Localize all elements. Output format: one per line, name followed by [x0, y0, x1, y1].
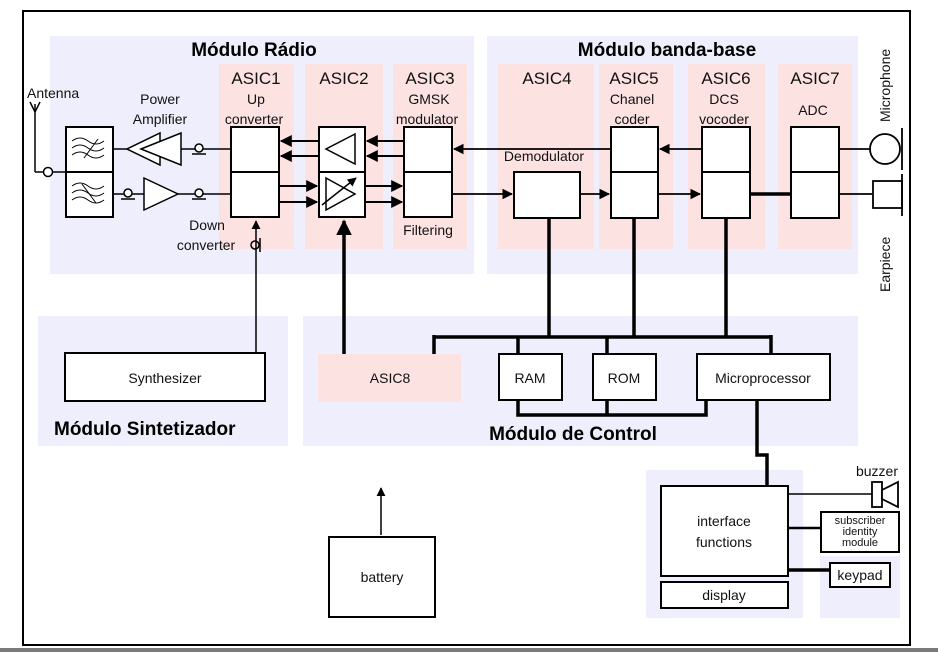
gsm-phone-block-diagram: Módulo Rádio Módulo banda-base Módulo Si…: [22, 10, 911, 646]
asic4-label: ASIC4: [522, 69, 571, 88]
asic2-label: ASIC2: [319, 69, 368, 88]
asic7-block: [790, 126, 840, 219]
duplexer-filter: [65, 126, 114, 218]
functions-label: functions: [696, 534, 752, 550]
asic7-label: ASIC7: [790, 69, 839, 88]
chanel-label: Chanel: [610, 91, 654, 107]
earpiece-label: Earpiece: [877, 237, 893, 292]
battery-label: battery: [361, 569, 404, 585]
asic6-block: [701, 126, 751, 219]
synthesizer-label: Synthesizer: [128, 370, 201, 386]
buzzer-icon: [871, 480, 899, 509]
asic1-converter-label: converter: [225, 111, 284, 127]
sim-label-3: module: [842, 537, 878, 549]
down-converter-label: converter: [177, 237, 236, 253]
antenna-label: Antenna: [27, 85, 79, 101]
bottom-rule: [0, 648, 938, 652]
demodulator-label: Demodulator: [504, 148, 584, 164]
keypad-label: keypad: [837, 567, 882, 583]
modulator-label: modulator: [396, 111, 459, 127]
interface-functions-block: [660, 485, 789, 577]
adc-label: ADC: [798, 102, 828, 118]
gmsk-label: GMSK: [408, 91, 450, 107]
asic5-block: [610, 126, 659, 219]
module-baseband-title: Módulo banda-base: [578, 40, 756, 61]
ram-label: RAM: [514, 370, 545, 386]
module-synth-title: Módulo Sintetizador: [54, 419, 236, 440]
down-label: Down: [189, 217, 225, 233]
amplifier-label: Amplifier: [133, 111, 188, 127]
asic8-label: ASIC8: [370, 370, 411, 386]
power-label: Power: [140, 91, 180, 107]
rom-label: ROM: [608, 370, 641, 386]
buzzer-label: buzzer: [856, 463, 898, 479]
asic1-block: [230, 126, 280, 218]
microphone-label: Microphone: [877, 49, 893, 122]
filtering-label: Filtering: [403, 222, 453, 238]
asic6-label: ASIC6: [701, 69, 750, 88]
display-label: display: [702, 587, 746, 603]
coder-label: coder: [614, 111, 649, 127]
dcs-label: DCS: [709, 91, 739, 107]
microphone-icon: [869, 128, 903, 170]
interface-label: interface: [697, 513, 751, 529]
module-radio-title: Módulo Rádio: [191, 40, 317, 61]
asic5-label: ASIC5: [609, 69, 658, 88]
asic1-label: ASIC1: [231, 69, 280, 88]
asic3-label: ASIC3: [405, 69, 454, 88]
demodulator-block: [513, 171, 581, 219]
asic1-up-label: Up: [247, 91, 265, 107]
asic3-block: [403, 126, 453, 218]
module-control-title: Módulo de Control: [489, 424, 657, 445]
vocoder-label: vocoder: [699, 111, 749, 127]
asic2-block: [318, 126, 366, 218]
microprocessor-label: Microprocessor: [715, 370, 811, 386]
earpiece-icon: [872, 174, 903, 216]
